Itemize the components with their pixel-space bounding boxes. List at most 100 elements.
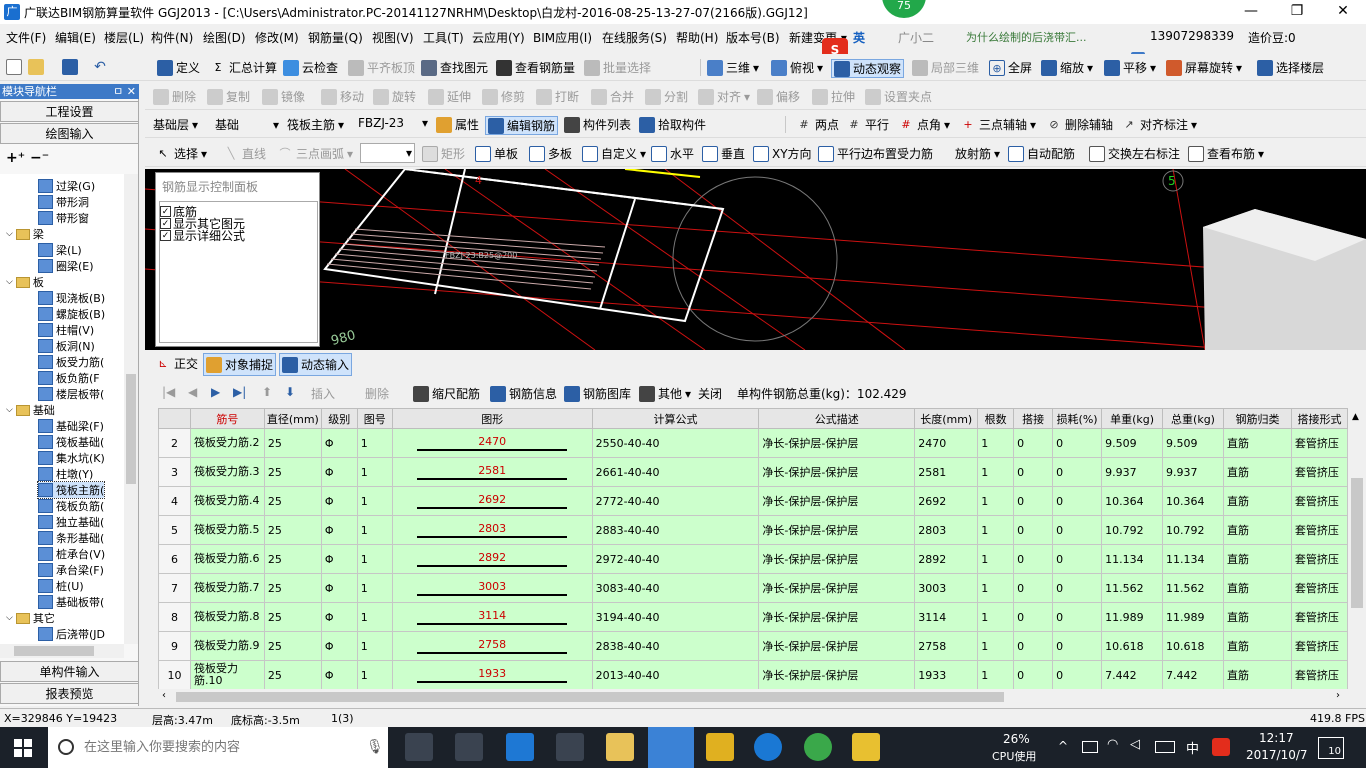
rebar-info-button[interactable]: 钢筋信息 (490, 385, 557, 402)
table-cell[interactable]: Φ (320, 486, 358, 516)
tree-item[interactable]: 带形洞 (38, 194, 89, 210)
table-cell[interactable]: 筏板受力筋.5 (189, 515, 265, 545)
offset-button[interactable]: 偏移 (757, 88, 800, 105)
table-cell[interactable]: 套管挤压 (1290, 486, 1348, 516)
tree-item[interactable]: 板受力筋( (38, 354, 104, 370)
pin-close-icon[interactable]: ㅁ ✕ (113, 84, 136, 99)
taskbar-search-input[interactable]: 在这里输入你要搜索的内容 (48, 727, 388, 768)
table-cell[interactable]: 1 (977, 573, 1015, 603)
table-cell[interactable]: Φ (320, 660, 358, 689)
tree-item[interactable]: 带形窗 (38, 210, 89, 226)
tree-item[interactable]: 桩承台(V) (38, 546, 105, 562)
project-settings-button[interactable]: 工程设置 (0, 101, 139, 122)
table-cell[interactable]: 11.134 (1101, 544, 1164, 574)
dynamic-input-toggle[interactable]: 动态输入 (279, 353, 353, 376)
table-cell[interactable]: 0 (1052, 573, 1103, 603)
table-cell[interactable]: 11.562 (1162, 573, 1224, 603)
name-select[interactable]: FBZJ-23 ▾ (358, 116, 428, 130)
table-cell[interactable]: 套管挤压 (1290, 602, 1348, 632)
menu-rebar[interactable]: 钢筋量(Q) (308, 29, 363, 46)
table-cell[interactable]: 10.792 (1162, 515, 1224, 545)
table-cell[interactable]: 筏板受力筋.8 (189, 602, 265, 632)
table-cell[interactable]: 11.989 (1162, 602, 1224, 632)
table-cell[interactable]: 0 (1052, 515, 1103, 545)
menu-assistant[interactable]: 广小二 (898, 29, 934, 46)
option-row[interactable]: ✓ 显示详细公式 (160, 229, 317, 243)
chevron-down-icon[interactable]: ⌵ (6, 277, 13, 287)
table-cell[interactable]: Φ (320, 515, 358, 545)
table-cell[interactable]: 1 (977, 515, 1015, 545)
table-cell[interactable]: 筏板受力筋.2 (189, 428, 265, 458)
app-swirl-icon[interactable] (455, 733, 483, 761)
table-cell[interactable]: 1933 (391, 660, 593, 689)
table-cell[interactable]: 1 (977, 457, 1015, 487)
table-cell[interactable]: 7 (158, 573, 191, 603)
dynamic-observe-button[interactable]: 动态观察 (831, 59, 905, 78)
table-row[interactable]: 5 筏板受力筋.5 25 Φ 1 2803 2883-40-40 净长-保护层-保护层 2803… (158, 515, 1348, 545)
table-cell[interactable]: 2883-40-40 (591, 515, 760, 545)
split-button[interactable]: 分割 (645, 88, 688, 105)
table-cell[interactable]: 11.134 (1162, 544, 1224, 574)
column-header[interactable]: 搭接形式 (1290, 408, 1348, 429)
table-cell[interactable]: 2758 (914, 631, 979, 661)
table-cell[interactable]: 9.937 (1101, 457, 1164, 487)
ie-icon[interactable] (754, 733, 782, 761)
table-cell[interactable]: 0 (1052, 544, 1103, 574)
object-snap-toggle[interactable]: 对象捕捉 (203, 353, 277, 376)
wifi-icon[interactable]: ◠ (1107, 737, 1118, 752)
table-cell[interactable]: 2661-40-40 (591, 457, 760, 487)
table-cell[interactable]: 25 (263, 573, 322, 603)
user-phone[interactable]: 13907298339 (1150, 29, 1234, 43)
table-cell[interactable]: 10.618 (1101, 631, 1164, 661)
prev-record-button[interactable]: ◀ (188, 385, 197, 399)
column-header[interactable]: 公式描述 (758, 408, 916, 429)
table-cell[interactable]: 9.509 (1101, 428, 1164, 458)
open-folder-icon[interactable] (28, 59, 44, 75)
tree-item[interactable]: 柱墩(Y) (38, 466, 93, 482)
table-cell[interactable]: 9 (158, 631, 191, 661)
ime-indicator[interactable]: 中 (1186, 738, 1199, 757)
table-cell[interactable]: 净长-保护层-保护层 (758, 457, 916, 487)
parallel-edge-button[interactable]: 平行边布置受力筋 (818, 145, 933, 162)
table-cell[interactable]: 0 (1013, 631, 1054, 661)
table-cell[interactable]: 3083-40-40 (591, 573, 760, 603)
table-cell[interactable]: 4 (158, 486, 191, 516)
expand-all-icon[interactable]: +⁺ −⁻ (6, 150, 49, 166)
align-mark-button[interactable]: ↗ 对齐标注 ▾ (1121, 116, 1197, 133)
notes-icon[interactable] (706, 733, 734, 761)
table-cell[interactable]: 直筋 (1222, 631, 1292, 661)
table-cell[interactable]: 1 (356, 428, 393, 458)
column-header[interactable]: 图形 (391, 408, 593, 429)
task-view-icon[interactable] (405, 733, 433, 761)
table-cell[interactable]: 套管挤压 (1290, 428, 1348, 458)
table-cell[interactable]: 套管挤压 (1290, 631, 1348, 661)
table-cell[interactable]: 25 (263, 631, 322, 661)
table-cell[interactable]: 直筋 (1222, 428, 1292, 458)
table-cell[interactable]: 1 (356, 660, 393, 689)
next-record-button[interactable]: ▶ (211, 385, 220, 399)
table-cell[interactable]: 2772-40-40 (591, 486, 760, 516)
tree-folder[interactable]: ⌵ 梁 (6, 226, 44, 242)
drawing-input-button[interactable]: 绘图输入 (0, 123, 139, 144)
table-cell[interactable]: 0 (1013, 602, 1054, 632)
minimize-button[interactable]: — (1228, 0, 1274, 24)
grid-hscroll[interactable]: ‹ › (158, 689, 1348, 705)
tree-vscroll[interactable] (124, 174, 138, 644)
chevron-down-icon[interactable]: ⌵ (6, 613, 13, 623)
3d-viewport[interactable]: 4 5 980 FBZJ-23:B25@200 (145, 169, 1366, 350)
volume-icon[interactable]: ◁ (1130, 737, 1140, 752)
edit-rebar-button[interactable]: 编辑钢筋 (485, 116, 559, 135)
clock-date[interactable]: 2017/10/7 (1246, 748, 1308, 762)
tree-folder[interactable]: ⌵ 板 (6, 274, 44, 290)
table-cell[interactable]: 净长-保护层-保护层 (758, 602, 916, 632)
store-icon[interactable] (556, 733, 584, 761)
category-select[interactable]: 基础 ▾ (215, 116, 279, 133)
table-cell[interactable]: 2758 (391, 631, 593, 661)
column-header[interactable]: 单重(kg) (1101, 408, 1164, 429)
horizontal-button[interactable]: 水平 (651, 145, 694, 162)
menu-modify[interactable]: 修改(M) (255, 29, 299, 46)
move-up-button[interactable]: ⬆ (262, 385, 272, 399)
merge-button[interactable]: 合并 (591, 88, 634, 105)
delete-row-button[interactable]: 删除 (365, 385, 389, 402)
table-cell[interactable]: 2581 (391, 457, 593, 487)
